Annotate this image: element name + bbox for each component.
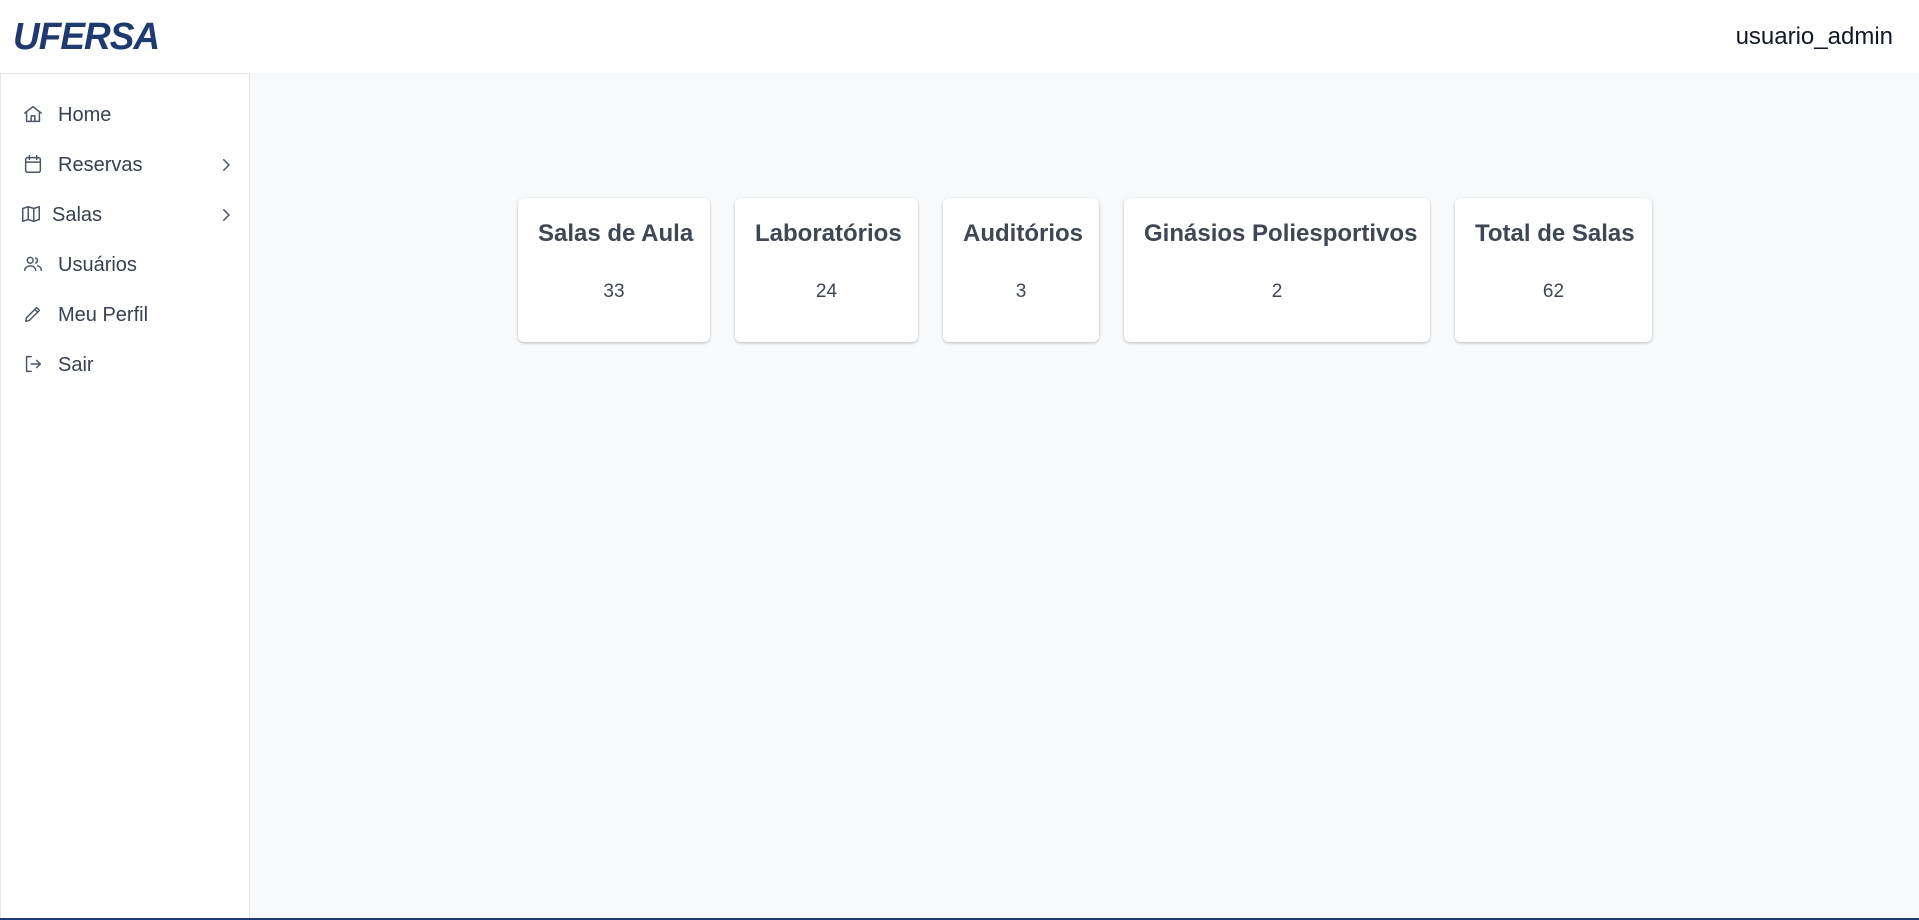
sidebar-item-label: Sair bbox=[58, 353, 94, 376]
stat-card-value: 33 bbox=[603, 281, 625, 302]
chevron-right-icon[interactable] bbox=[217, 156, 235, 174]
sidebar-item-sair[interactable]: Sair bbox=[1, 340, 249, 390]
sidebar-item-label: Reservas bbox=[58, 153, 143, 176]
stats-cards: Salas de Aula 33 Laboratórios 24 Auditór… bbox=[518, 198, 1652, 342]
map-icon bbox=[20, 203, 44, 227]
stat-card-title: Ginásios Poliesportivos bbox=[1144, 220, 1418, 247]
sidebar-item-salas[interactable]: Salas bbox=[1, 190, 249, 240]
sidebar: Home Reservas Salas Usuários Meu Perfil bbox=[0, 73, 250, 920]
stat-card-title: Salas de Aula bbox=[538, 220, 694, 247]
ufersa-logo[interactable]: UFERSA bbox=[13, 15, 160, 58]
sidebar-item-meu-perfil[interactable]: Meu Perfil bbox=[1, 290, 249, 340]
stat-card-title: Laboratórios bbox=[755, 220, 902, 247]
logout-icon bbox=[22, 353, 46, 377]
users-icon bbox=[22, 253, 46, 277]
top-bar: UFERSA usuario_admin bbox=[0, 0, 1919, 73]
home-icon bbox=[22, 103, 46, 127]
username-label[interactable]: usuario_admin bbox=[1736, 23, 1893, 51]
sidebar-item-reservas[interactable]: Reservas bbox=[1, 140, 249, 190]
stat-card-title: Auditórios bbox=[963, 220, 1083, 247]
calendar-icon bbox=[22, 153, 46, 177]
sidebar-item-label: Home bbox=[58, 103, 112, 126]
stat-card-ginasios-poliesportivos: Ginásios Poliesportivos 2 bbox=[1124, 198, 1430, 342]
stat-card-value: 2 bbox=[1271, 281, 1283, 302]
stat-card-auditorios: Auditórios 3 bbox=[943, 198, 1099, 342]
sidebar-item-label: Meu Perfil bbox=[58, 303, 149, 326]
pencil-icon bbox=[22, 303, 46, 327]
sidebar-item-home[interactable]: Home bbox=[1, 90, 249, 140]
sidebar-item-label: Salas bbox=[52, 203, 103, 226]
stat-card-salas-de-aula: Salas de Aula 33 bbox=[518, 198, 710, 342]
stat-card-laboratorios: Laboratórios 24 bbox=[735, 198, 918, 342]
stat-card-value: 24 bbox=[815, 281, 838, 302]
sidebar-item-label: Usuários bbox=[58, 253, 137, 276]
chevron-right-icon[interactable] bbox=[217, 206, 235, 224]
stat-card-value: 62 bbox=[1542, 281, 1565, 302]
stat-card-total-de-salas: Total de Salas 62 bbox=[1455, 198, 1652, 342]
sidebar-item-usuarios[interactable]: Usuários bbox=[1, 240, 249, 290]
main-content: Salas de Aula 33 Laboratórios 24 Auditór… bbox=[250, 73, 1919, 920]
stat-card-title: Total de Salas bbox=[1475, 220, 1635, 247]
stat-card-value: 3 bbox=[1015, 281, 1027, 302]
